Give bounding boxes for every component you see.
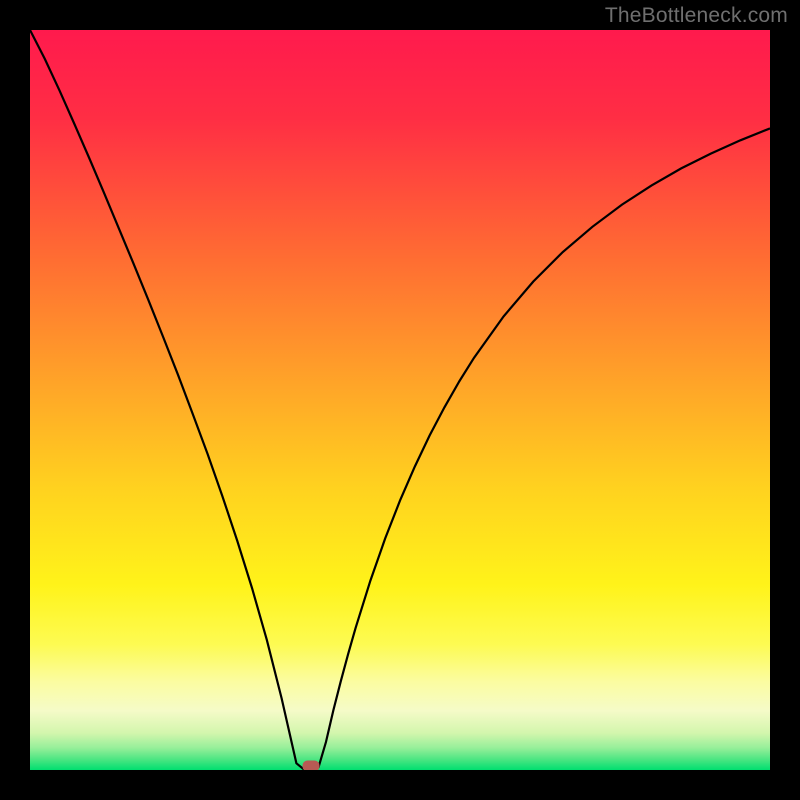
chart-frame: TheBottleneck.com [0,0,800,800]
optimum-marker [303,761,320,770]
bottleneck-curve [30,30,770,770]
watermark-text: TheBottleneck.com [605,4,788,28]
curve-path [30,30,770,770]
plot-area [30,30,770,770]
